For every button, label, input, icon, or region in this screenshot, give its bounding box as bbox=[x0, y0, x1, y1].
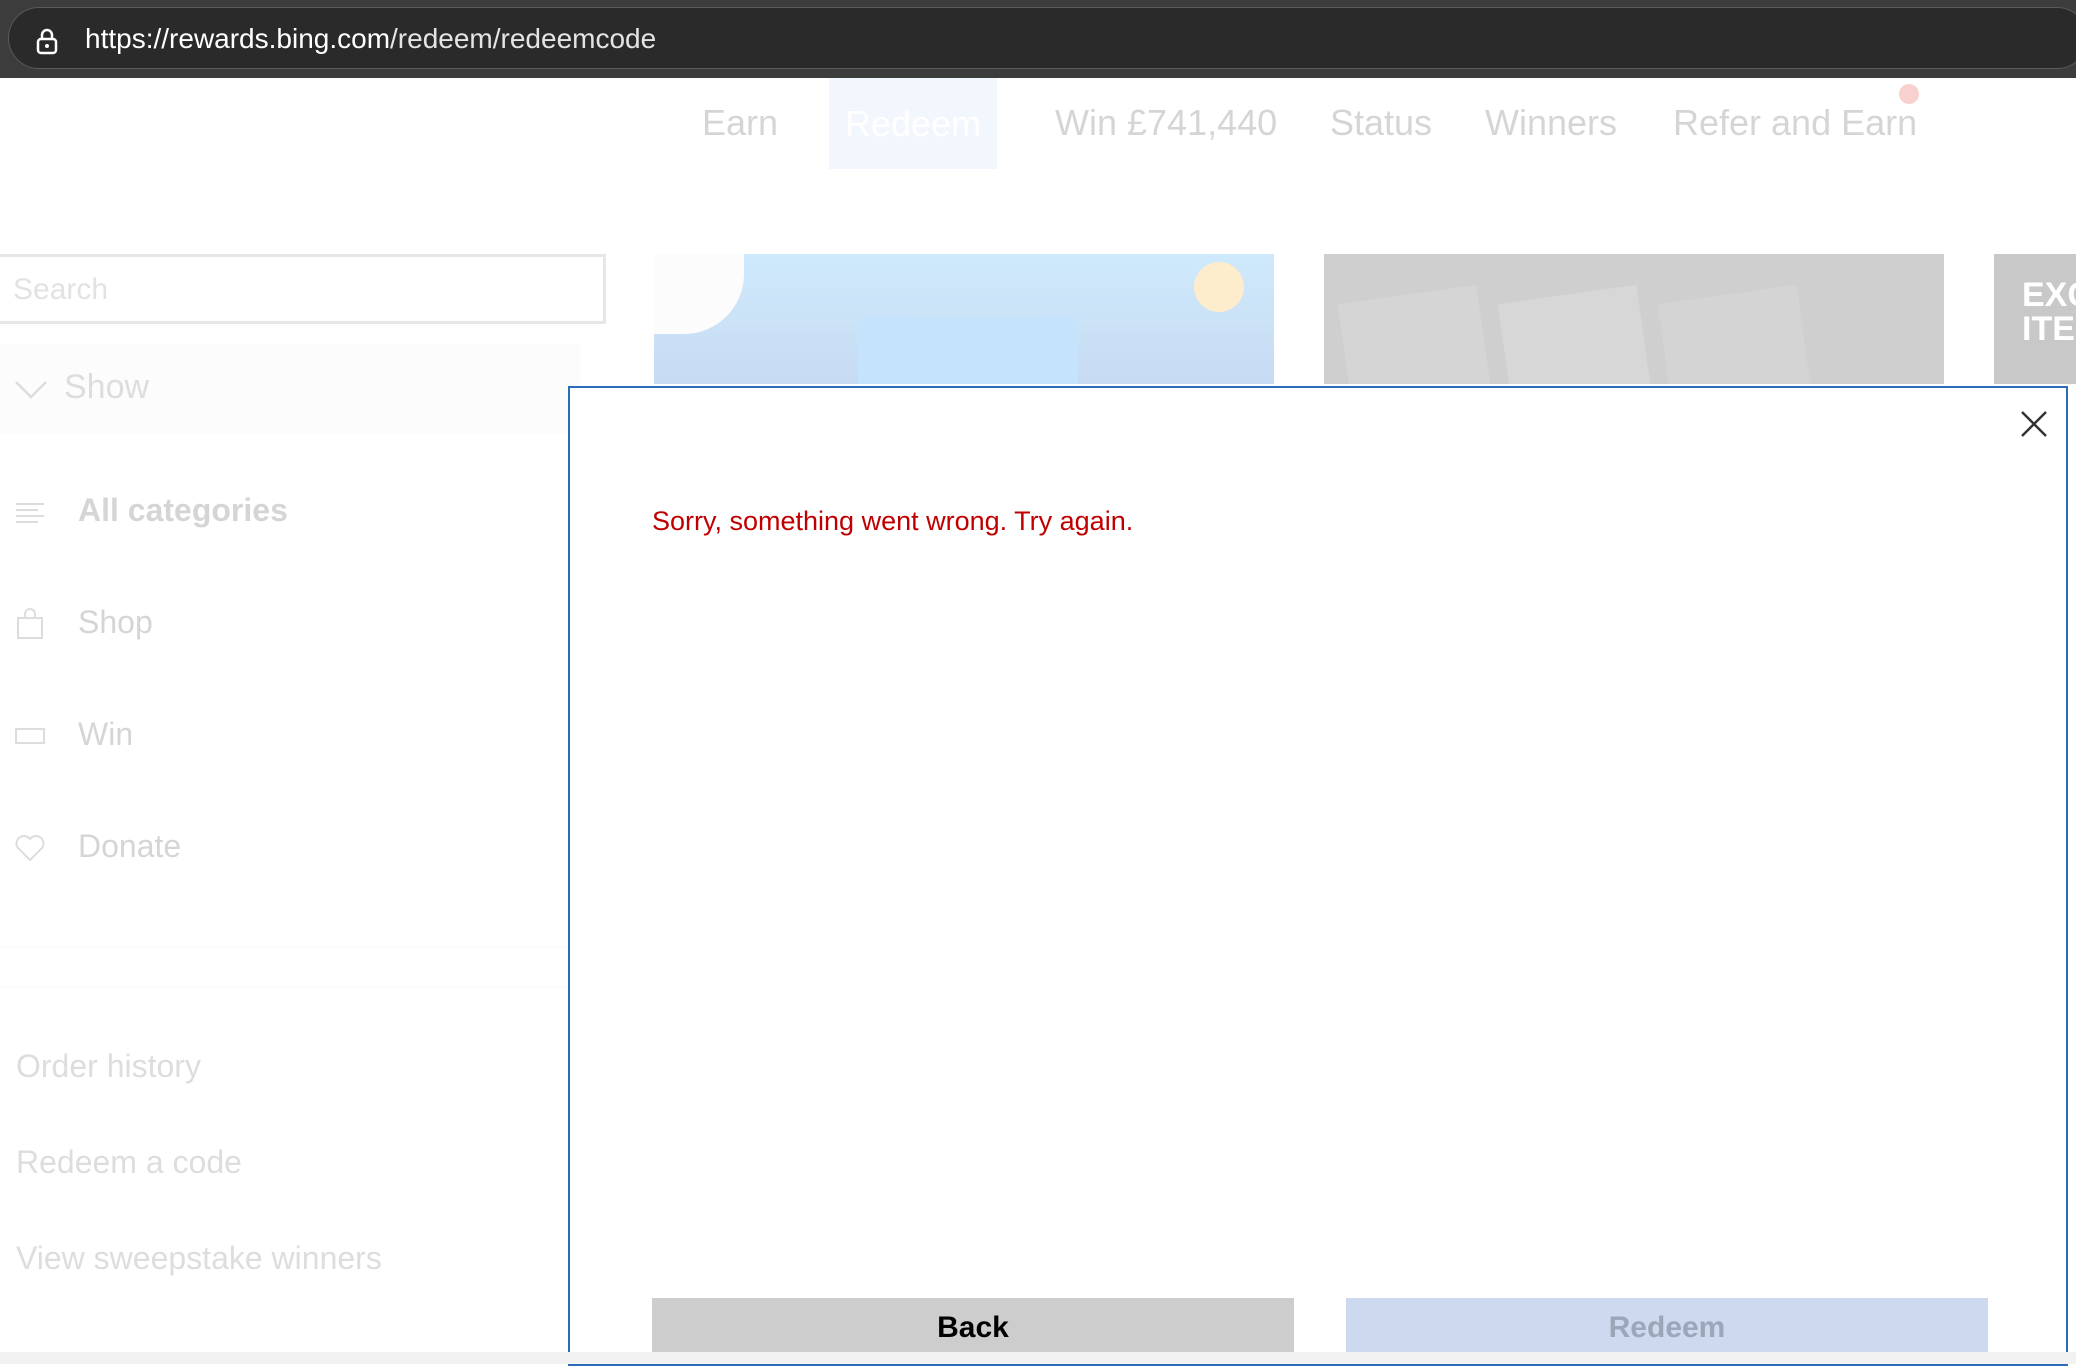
show-label: Show bbox=[64, 368, 150, 406]
nav-redeem[interactable]: Redeem bbox=[829, 78, 998, 169]
address-bar[interactable]: https://rewards.bing.com/redeem/redeemco… bbox=[8, 7, 2076, 69]
heart-icon bbox=[15, 835, 45, 862]
reward-tile-1[interactable] bbox=[654, 254, 1274, 384]
tile-image bbox=[1337, 284, 1491, 384]
redeem-button[interactable]: Redeem bbox=[1346, 1298, 1988, 1358]
category-label: Win bbox=[78, 716, 134, 752]
nav-refer-and-earn[interactable]: Refer and Earn bbox=[1673, 102, 1917, 144]
category-label: Donate bbox=[78, 828, 182, 864]
list-icon bbox=[16, 503, 44, 523]
reward-tile-2[interactable] bbox=[1324, 254, 1944, 384]
order-history-link[interactable]: Order history bbox=[16, 1048, 201, 1085]
tile-image bbox=[1194, 262, 1244, 312]
category-shop[interactable]: Shop bbox=[0, 596, 580, 656]
back-button[interactable]: Back bbox=[652, 1298, 1294, 1358]
divider bbox=[0, 946, 580, 948]
show-filter[interactable]: Show bbox=[0, 344, 580, 434]
tile-image bbox=[1497, 284, 1651, 384]
tile-image bbox=[858, 316, 1078, 384]
search-placeholder: Search bbox=[13, 273, 109, 306]
reward-tile-3[interactable]: EXCITE bbox=[1994, 254, 2076, 384]
nav-winners[interactable]: Winners bbox=[1485, 102, 1617, 144]
tile-heading: EXCITE bbox=[2022, 276, 2076, 348]
redeem-code-dialog: Sorry, something went wrong. Try again. … bbox=[568, 386, 2068, 1366]
browser-toolbar: https://rewards.bing.com/redeem/redeemco… bbox=[0, 0, 2076, 78]
lock-icon bbox=[36, 28, 58, 55]
category-label: Shop bbox=[78, 604, 153, 640]
category-all[interactable]: All categories bbox=[0, 484, 580, 544]
ticket-icon bbox=[15, 728, 45, 744]
nav-win[interactable]: Win £741,440 bbox=[1055, 102, 1277, 144]
category-donate[interactable]: Donate bbox=[0, 820, 580, 880]
redeem-code-link[interactable]: Redeem a code bbox=[16, 1144, 242, 1181]
sweepstake-winners-link[interactable]: View sweepstake winners bbox=[16, 1240, 382, 1277]
nav-earn[interactable]: Earn bbox=[702, 102, 778, 144]
nav-status[interactable]: Status bbox=[1330, 102, 1432, 144]
category-label: All categories bbox=[78, 492, 288, 528]
shopping-bag-icon bbox=[17, 608, 43, 639]
search-input[interactable]: Search bbox=[0, 254, 606, 324]
url-text: https://rewards.bing.com/redeem/redeemco… bbox=[85, 23, 657, 54]
close-icon[interactable] bbox=[2016, 406, 2052, 442]
top-navigation: Earn Redeem Win £741,440 Status Winners … bbox=[0, 78, 2076, 169]
category-win[interactable]: Win bbox=[0, 708, 580, 768]
tile-image bbox=[654, 254, 744, 334]
notification-dot bbox=[1899, 84, 1919, 104]
error-message: Sorry, something went wrong. Try again. bbox=[652, 506, 1134, 536]
window-bottom-edge bbox=[0, 1352, 2076, 1364]
tile-image bbox=[1657, 284, 1811, 384]
divider bbox=[0, 986, 580, 988]
chevron-down-icon bbox=[15, 381, 47, 399]
